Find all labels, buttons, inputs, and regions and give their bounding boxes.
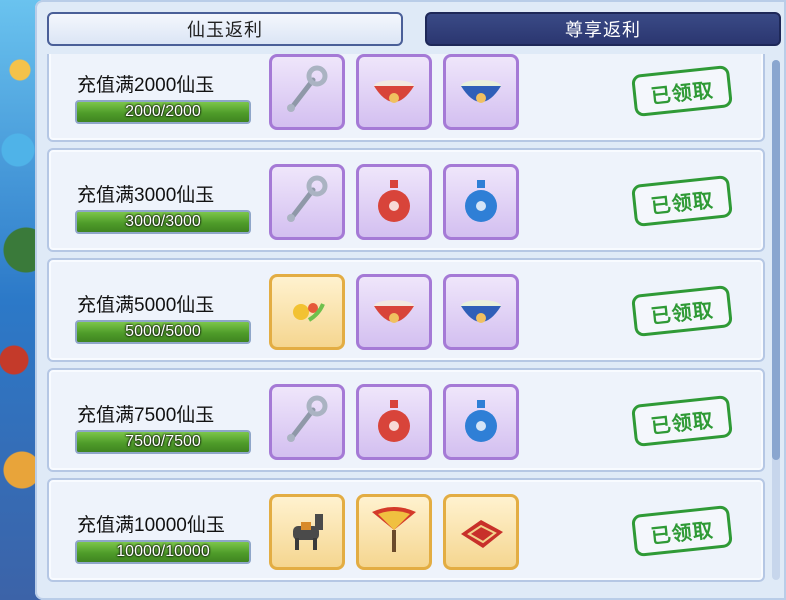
claimed-stamp: 已领取 — [631, 394, 733, 448]
reward-item-slot[interactable] — [356, 384, 432, 460]
scrollbar-thumb[interactable] — [772, 60, 780, 460]
reward-threshold-label: 充值满2000仙玉 — [77, 75, 215, 96]
red-vase-icon — [366, 392, 422, 453]
golden-fruit-icon — [279, 282, 335, 343]
reward-row: 充值满10000仙玉 10000/10000 已领取 — [47, 478, 765, 582]
tab-vip-rebate[interactable]: 尊享返利 — [425, 12, 781, 46]
tab-jade-rebate[interactable]: 仙玉返利 — [47, 12, 403, 46]
reward-item-slot[interactable] — [356, 274, 432, 350]
reward-item-slot[interactable] — [443, 274, 519, 350]
progress-bar: 3000/3000 — [75, 210, 251, 234]
progress-text: 5000/5000 — [125, 323, 201, 340]
reward-threshold-label: 充值满5000仙玉 — [77, 295, 215, 316]
rebate-panel: 仙玉返利 尊享返利 充值满2000仙玉 2000/2000 已领取 充值满3000仙玉… — [35, 0, 786, 600]
ruyi-key-icon — [279, 62, 335, 123]
progress-bar: 5000/5000 — [75, 320, 251, 344]
reward-item-slot[interactable] — [443, 494, 519, 570]
progress-text: 2000/2000 — [125, 103, 201, 120]
claimed-stamp: 已领取 — [631, 64, 733, 118]
progress-bar: 10000/10000 — [75, 540, 251, 564]
reward-item-slot[interactable] — [356, 54, 432, 130]
feather-fan-icon — [366, 502, 422, 563]
reward-item-slot[interactable] — [269, 54, 345, 130]
progress-bar: 2000/2000 — [75, 100, 251, 124]
reward-row: 充值满7500仙玉 7500/7500 已领取 — [47, 368, 765, 472]
claimed-stamp: 已领取 — [631, 284, 733, 338]
reward-item-slot[interactable] — [356, 494, 432, 570]
blue-vase-icon — [453, 392, 509, 453]
red-bowl-icon — [366, 282, 422, 343]
red-bowl-icon — [366, 62, 422, 123]
reward-item-slot[interactable] — [269, 384, 345, 460]
red-vase-icon — [366, 172, 422, 233]
progress-text: 7500/7500 — [125, 433, 201, 450]
reward-threshold-label: 充值满7500仙玉 — [77, 405, 215, 426]
reward-threshold-label: 充值满3000仙玉 — [77, 185, 215, 206]
reward-item-slot[interactable] — [443, 384, 519, 460]
reward-row: 充值满3000仙玉 3000/3000 已领取 — [47, 148, 765, 252]
scrollbar[interactable] — [772, 60, 780, 580]
progress-text: 10000/10000 — [116, 543, 210, 560]
reward-item-slot[interactable] — [443, 164, 519, 240]
ruyi-key-icon — [279, 392, 335, 453]
red-carpet-icon — [453, 502, 509, 563]
blue-vase-icon — [453, 172, 509, 233]
progress-bar: 7500/7500 — [75, 430, 251, 454]
reward-list[interactable]: 充值满2000仙玉 2000/2000 已领取 充值满3000仙玉 3000/3000 已… — [47, 54, 767, 594]
progress-text: 3000/3000 — [125, 213, 201, 230]
reward-item-slot[interactable] — [269, 164, 345, 240]
reward-threshold-label: 充值满10000仙玉 — [77, 515, 225, 536]
reward-item-slot[interactable] — [443, 54, 519, 130]
blue-bowl-icon — [453, 282, 509, 343]
donkey-mount-icon — [279, 502, 335, 563]
reward-item-slot[interactable] — [269, 274, 345, 350]
claimed-stamp: 已领取 — [631, 504, 733, 558]
reward-row: 充值满2000仙玉 2000/2000 已领取 — [47, 54, 765, 142]
reward-row: 充值满5000仙玉 5000/5000 已领取 — [47, 258, 765, 362]
blue-bowl-icon — [453, 62, 509, 123]
ruyi-key-icon — [279, 172, 335, 233]
reward-item-slot[interactable] — [269, 494, 345, 570]
reward-item-slot[interactable] — [356, 164, 432, 240]
claimed-stamp: 已领取 — [631, 174, 733, 228]
